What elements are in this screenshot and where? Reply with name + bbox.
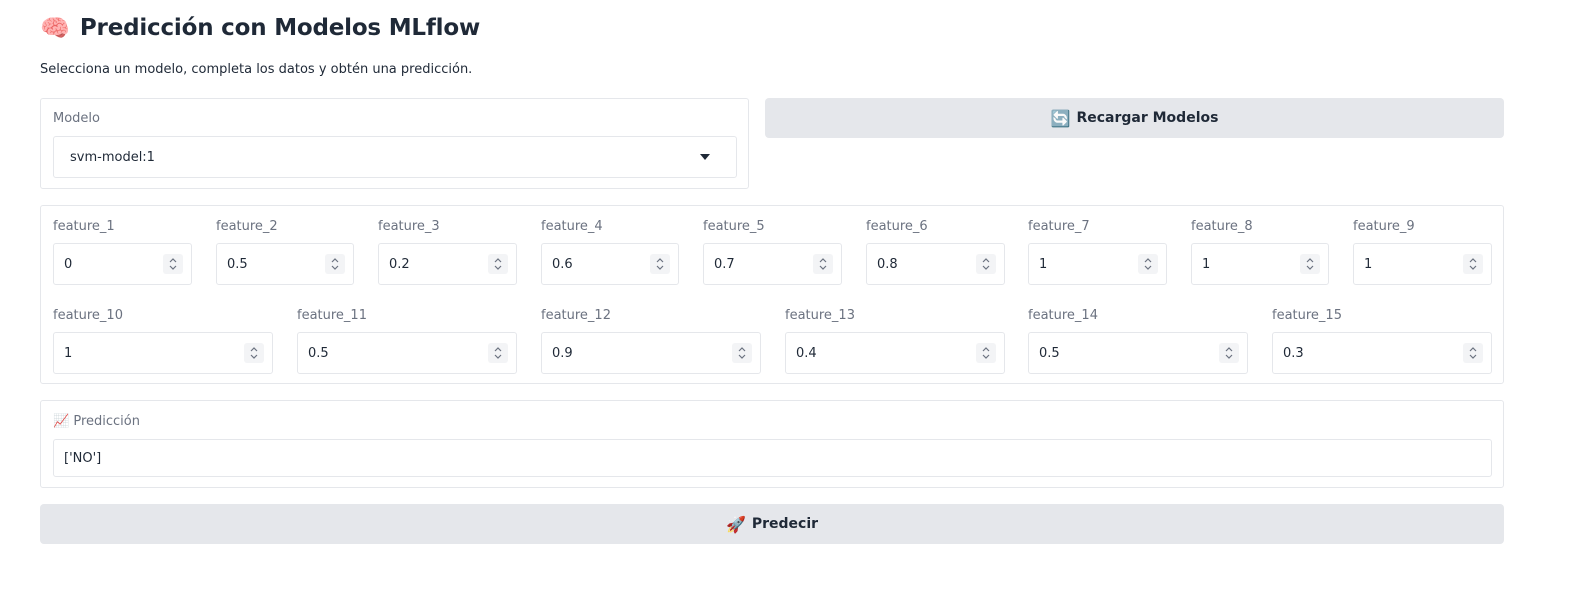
page-header: 🧠 Predicción con Modelos MLflow — [40, 12, 480, 44]
feature-label: feature_1 — [53, 219, 115, 234]
feature-value: 0.5 — [227, 256, 248, 272]
number-stepper-icon[interactable] — [244, 343, 264, 363]
feature-label: feature_14 — [1028, 308, 1098, 323]
refresh-icon: 🔄 — [1050, 108, 1071, 128]
predict-label: Predecir — [751, 516, 819, 532]
feature-value: 0.5 — [1039, 345, 1060, 361]
feature-label: feature_3 — [378, 219, 440, 234]
page-subtitle: Selecciona un modelo, completa los datos… — [40, 62, 473, 77]
prediction-label-text: Predicción — [73, 414, 140, 429]
feature-value: 0.5 — [308, 345, 329, 361]
number-stepper-icon[interactable] — [1138, 254, 1158, 274]
feature-input[interactable]: 1 — [53, 332, 273, 374]
number-stepper-icon[interactable] — [1219, 343, 1239, 363]
number-stepper-icon[interactable] — [813, 254, 833, 274]
feature-label: feature_13 — [785, 308, 855, 323]
feature-input[interactable]: 0.3 — [1272, 332, 1492, 374]
number-stepper-icon[interactable] — [650, 254, 670, 274]
feature-label: feature_9 — [1353, 219, 1415, 234]
feature-value: 0.9 — [552, 345, 573, 361]
features-panel: feature_1 0 feature_2 0.5 feature_3 0.2 … — [40, 205, 1504, 384]
number-stepper-icon[interactable] — [488, 254, 508, 274]
number-stepper-icon[interactable] — [1463, 254, 1483, 274]
feature-value: 1 — [1202, 256, 1211, 272]
feature-label: feature_15 — [1272, 308, 1342, 323]
feature-input[interactable]: 0.8 — [866, 243, 1005, 285]
feature-label: feature_5 — [703, 219, 765, 234]
predict-button[interactable]: 🚀 Predecir — [40, 504, 1504, 544]
number-stepper-icon[interactable] — [488, 343, 508, 363]
feature-label: feature_8 — [1191, 219, 1253, 234]
feature-label: feature_10 — [53, 308, 123, 323]
caret-down-icon — [700, 154, 710, 160]
prediction-output[interactable]: ['NO'] — [53, 439, 1492, 477]
feature-label: feature_12 — [541, 308, 611, 323]
feature-label: feature_4 — [541, 219, 603, 234]
number-stepper-icon[interactable] — [325, 254, 345, 274]
number-stepper-icon[interactable] — [1463, 343, 1483, 363]
prediction-label: 📈 Predicción — [53, 414, 140, 429]
feature-value: 0.7 — [714, 256, 735, 272]
feature-input[interactable]: 0.6 — [541, 243, 679, 285]
feature-label: feature_2 — [216, 219, 278, 234]
reload-models-label: Recargar Modelos — [1076, 110, 1219, 126]
reload-models-button[interactable]: 🔄 Recargar Modelos — [765, 98, 1504, 138]
feature-input[interactable]: 0.2 — [378, 243, 517, 285]
number-stepper-icon[interactable] — [1300, 254, 1320, 274]
brain-icon: 🧠 — [40, 14, 70, 42]
model-select[interactable]: svm-model:1 — [53, 136, 737, 178]
feature-input[interactable]: 0.5 — [1028, 332, 1248, 374]
feature-value: 0.8 — [877, 256, 898, 272]
number-stepper-icon[interactable] — [976, 343, 996, 363]
feature-value: 0.2 — [389, 256, 410, 272]
number-stepper-icon[interactable] — [163, 254, 183, 274]
feature-input[interactable]: 0.5 — [297, 332, 517, 374]
feature-input[interactable]: 0.7 — [703, 243, 842, 285]
feature-value: 0.4 — [796, 345, 817, 361]
feature-value: 1 — [64, 345, 73, 361]
number-stepper-icon[interactable] — [976, 254, 996, 274]
feature-value: 1 — [1364, 256, 1373, 272]
feature-label: feature_11 — [297, 308, 367, 323]
feature-value: 0.6 — [552, 256, 573, 272]
prediction-value: ['NO'] — [64, 450, 102, 466]
feature-input[interactable]: 0.9 — [541, 332, 761, 374]
feature-input[interactable]: 0.4 — [785, 332, 1005, 374]
feature-label: feature_7 — [1028, 219, 1090, 234]
feature-value: 1 — [1039, 256, 1048, 272]
feature-input[interactable]: 1 — [1353, 243, 1492, 285]
model-select-panel: Modelo svm-model:1 — [40, 98, 749, 189]
chart-increasing-icon: 📈 — [53, 414, 70, 429]
feature-input[interactable]: 1 — [1191, 243, 1329, 285]
feature-value: 0.3 — [1283, 345, 1304, 361]
feature-value: 0 — [64, 256, 73, 272]
feature-input[interactable]: 0.5 — [216, 243, 354, 285]
feature-input[interactable]: 0 — [53, 243, 192, 285]
number-stepper-icon[interactable] — [732, 343, 752, 363]
rocket-icon: 🚀 — [725, 514, 746, 534]
feature-label: feature_6 — [866, 219, 928, 234]
feature-input[interactable]: 1 — [1028, 243, 1167, 285]
model-select-value: svm-model:1 — [70, 149, 155, 165]
model-select-label: Modelo — [53, 111, 100, 126]
page-title: Predicción con Modelos MLflow — [79, 15, 481, 41]
prediction-panel: 📈 Predicción ['NO'] — [40, 400, 1504, 488]
